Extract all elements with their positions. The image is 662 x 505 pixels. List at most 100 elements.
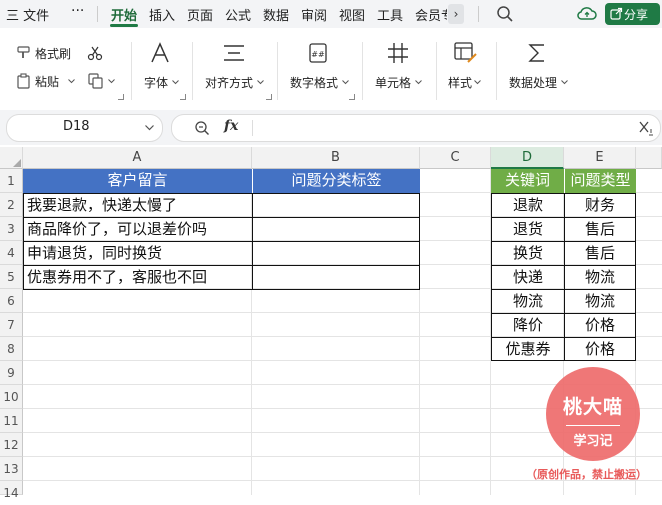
keyword-cell[interactable]: 快递: [491, 265, 565, 290]
tab-home[interactable]: 开始: [111, 5, 137, 24]
cell-group-button[interactable]: 单元格: [373, 38, 425, 98]
ribbon-divider: [192, 42, 193, 100]
format-painter-button[interactable]: 格式刷: [16, 44, 82, 62]
cell-a4[interactable]: 申请退货，同时换货: [23, 241, 253, 266]
row-header[interactable]: 2: [0, 193, 23, 217]
type-cell[interactable]: 售后: [564, 217, 636, 242]
cell-a5[interactable]: 优惠券用不了，客服也不回: [23, 265, 253, 290]
type-cell[interactable]: 物流: [564, 265, 636, 290]
cell-grid-icon: [388, 43, 408, 63]
tab-data[interactable]: 数据: [263, 5, 289, 24]
keyword-cell[interactable]: 降价: [491, 313, 565, 338]
paste-label: 粘贴: [35, 75, 60, 89]
row-header[interactable]: 9: [0, 361, 23, 385]
type-cell[interactable]: 价格: [564, 337, 636, 361]
clipboard-dialog-launcher[interactable]: [118, 94, 124, 100]
cut-icon[interactable]: [86, 44, 104, 62]
data-process-label: 数据处理: [509, 76, 558, 90]
tab-view[interactable]: 视图: [339, 5, 365, 24]
column-header-b[interactable]: B: [252, 147, 420, 169]
cell-b5[interactable]: [252, 265, 420, 290]
cell-b4[interactable]: [252, 241, 420, 266]
row-header[interactable]: 7: [0, 313, 23, 337]
ribbon-divider: [436, 42, 437, 100]
type-cell[interactable]: 价格: [564, 313, 636, 338]
data-process-button[interactable]: 数据处理: [507, 38, 573, 98]
cloud-sync-icon[interactable]: [576, 4, 598, 24]
cell-e1-header[interactable]: 问题类型: [564, 169, 636, 193]
font-group-button[interactable]: 字体: [142, 38, 182, 98]
name-box[interactable]: D18: [6, 114, 163, 142]
keyword-cell[interactable]: 换货: [491, 241, 565, 266]
menu-divider: [97, 6, 98, 22]
tab-review[interactable]: 审阅: [301, 5, 327, 24]
file-menu[interactable]: 三 文件: [6, 5, 49, 24]
column-header-d[interactable]: D: [491, 147, 564, 169]
corner-triangle-icon: [13, 159, 21, 167]
chevron-down-icon: [415, 80, 422, 85]
keyword-cell[interactable]: 退货: [491, 217, 565, 242]
keyword-cell[interactable]: 物流: [491, 289, 565, 314]
cell-d1-header[interactable]: 关键词: [491, 169, 564, 193]
row-header[interactable]: 4: [0, 241, 23, 265]
chevron-down-icon: [108, 79, 115, 84]
svg-text:##: ##: [311, 50, 325, 59]
search-icon[interactable]: [495, 4, 515, 24]
column-header-f[interactable]: [636, 147, 662, 169]
watermark-subtitle: 学习记: [573, 434, 613, 449]
ribbon-divider: [131, 42, 132, 100]
cell-b3[interactable]: [252, 217, 420, 242]
column-header-e[interactable]: E: [564, 147, 636, 169]
tab-formula[interactable]: 公式: [225, 5, 251, 24]
cell-b1-header[interactable]: 问题分类标签: [252, 169, 420, 193]
font-dialog-launcher[interactable]: [180, 94, 186, 100]
share-label: 分享: [624, 8, 649, 22]
ribbon-toolbar: 格式刷 粘贴 字体 对齐方式 ## 数字格式 单元格 样式 数据处理: [0, 28, 662, 111]
number-format-button[interactable]: ## 数字格式: [288, 38, 354, 98]
tab-page[interactable]: 页面: [187, 5, 213, 24]
row-header[interactable]: 5: [0, 265, 23, 289]
type-cell[interactable]: 财务: [564, 193, 636, 218]
fx-icon[interactable]: fx: [224, 118, 238, 134]
select-all-corner[interactable]: [0, 147, 23, 169]
tab-tools[interactable]: 工具: [377, 5, 403, 24]
row-header[interactable]: 1: [0, 169, 23, 193]
row-header[interactable]: 12: [0, 433, 23, 457]
row-header[interactable]: 14: [0, 481, 23, 500]
expand-formula-icon[interactable]: [638, 120, 654, 136]
paste-button[interactable]: 粘贴: [16, 72, 76, 90]
number-dialog-launcher[interactable]: [349, 94, 355, 100]
row-header[interactable]: 10: [0, 385, 23, 409]
share-icon: [610, 7, 623, 20]
align-dialog-launcher[interactable]: [266, 94, 272, 100]
row-header[interactable]: 8: [0, 337, 23, 361]
watermark-note: （原创作品，禁止搬运）: [526, 468, 647, 481]
column-header-a[interactable]: A: [23, 147, 252, 169]
row-header[interactable]: 6: [0, 289, 23, 313]
cell-a2[interactable]: 我要退款，快递太慢了: [23, 193, 253, 218]
more-icon[interactable]: ···: [71, 3, 84, 19]
align-group-button[interactable]: 对齐方式: [203, 38, 267, 98]
share-button[interactable]: 分享: [605, 3, 660, 25]
row-header[interactable]: 3: [0, 217, 23, 241]
cell-a1-header[interactable]: 客户留言: [23, 169, 252, 193]
column-header-c[interactable]: C: [420, 147, 491, 169]
chevron-down-icon[interactable]: [145, 125, 154, 131]
brush-icon: [17, 46, 30, 58]
keyword-cell[interactable]: 优惠券: [491, 337, 565, 361]
type-cell[interactable]: 售后: [564, 241, 636, 266]
row-header[interactable]: 11: [0, 409, 23, 433]
style-group-button[interactable]: 样式: [446, 38, 490, 98]
keyword-cell[interactable]: 退款: [491, 193, 565, 218]
chevron-down-icon: [474, 80, 481, 85]
formula-input[interactable]: fx: [171, 114, 661, 142]
cell-b2[interactable]: [252, 193, 420, 218]
tab-insert[interactable]: 插入: [149, 5, 175, 24]
cell-a3[interactable]: 商品降价了，可以退差价吗: [23, 217, 253, 242]
scroll-right-button[interactable]: ›: [448, 4, 464, 24]
zoom-icon[interactable]: [194, 120, 210, 136]
copy-button[interactable]: [88, 72, 118, 90]
row-header[interactable]: 13: [0, 457, 23, 481]
tab-member[interactable]: 会员专: [415, 5, 447, 24]
type-cell[interactable]: 物流: [564, 289, 636, 314]
